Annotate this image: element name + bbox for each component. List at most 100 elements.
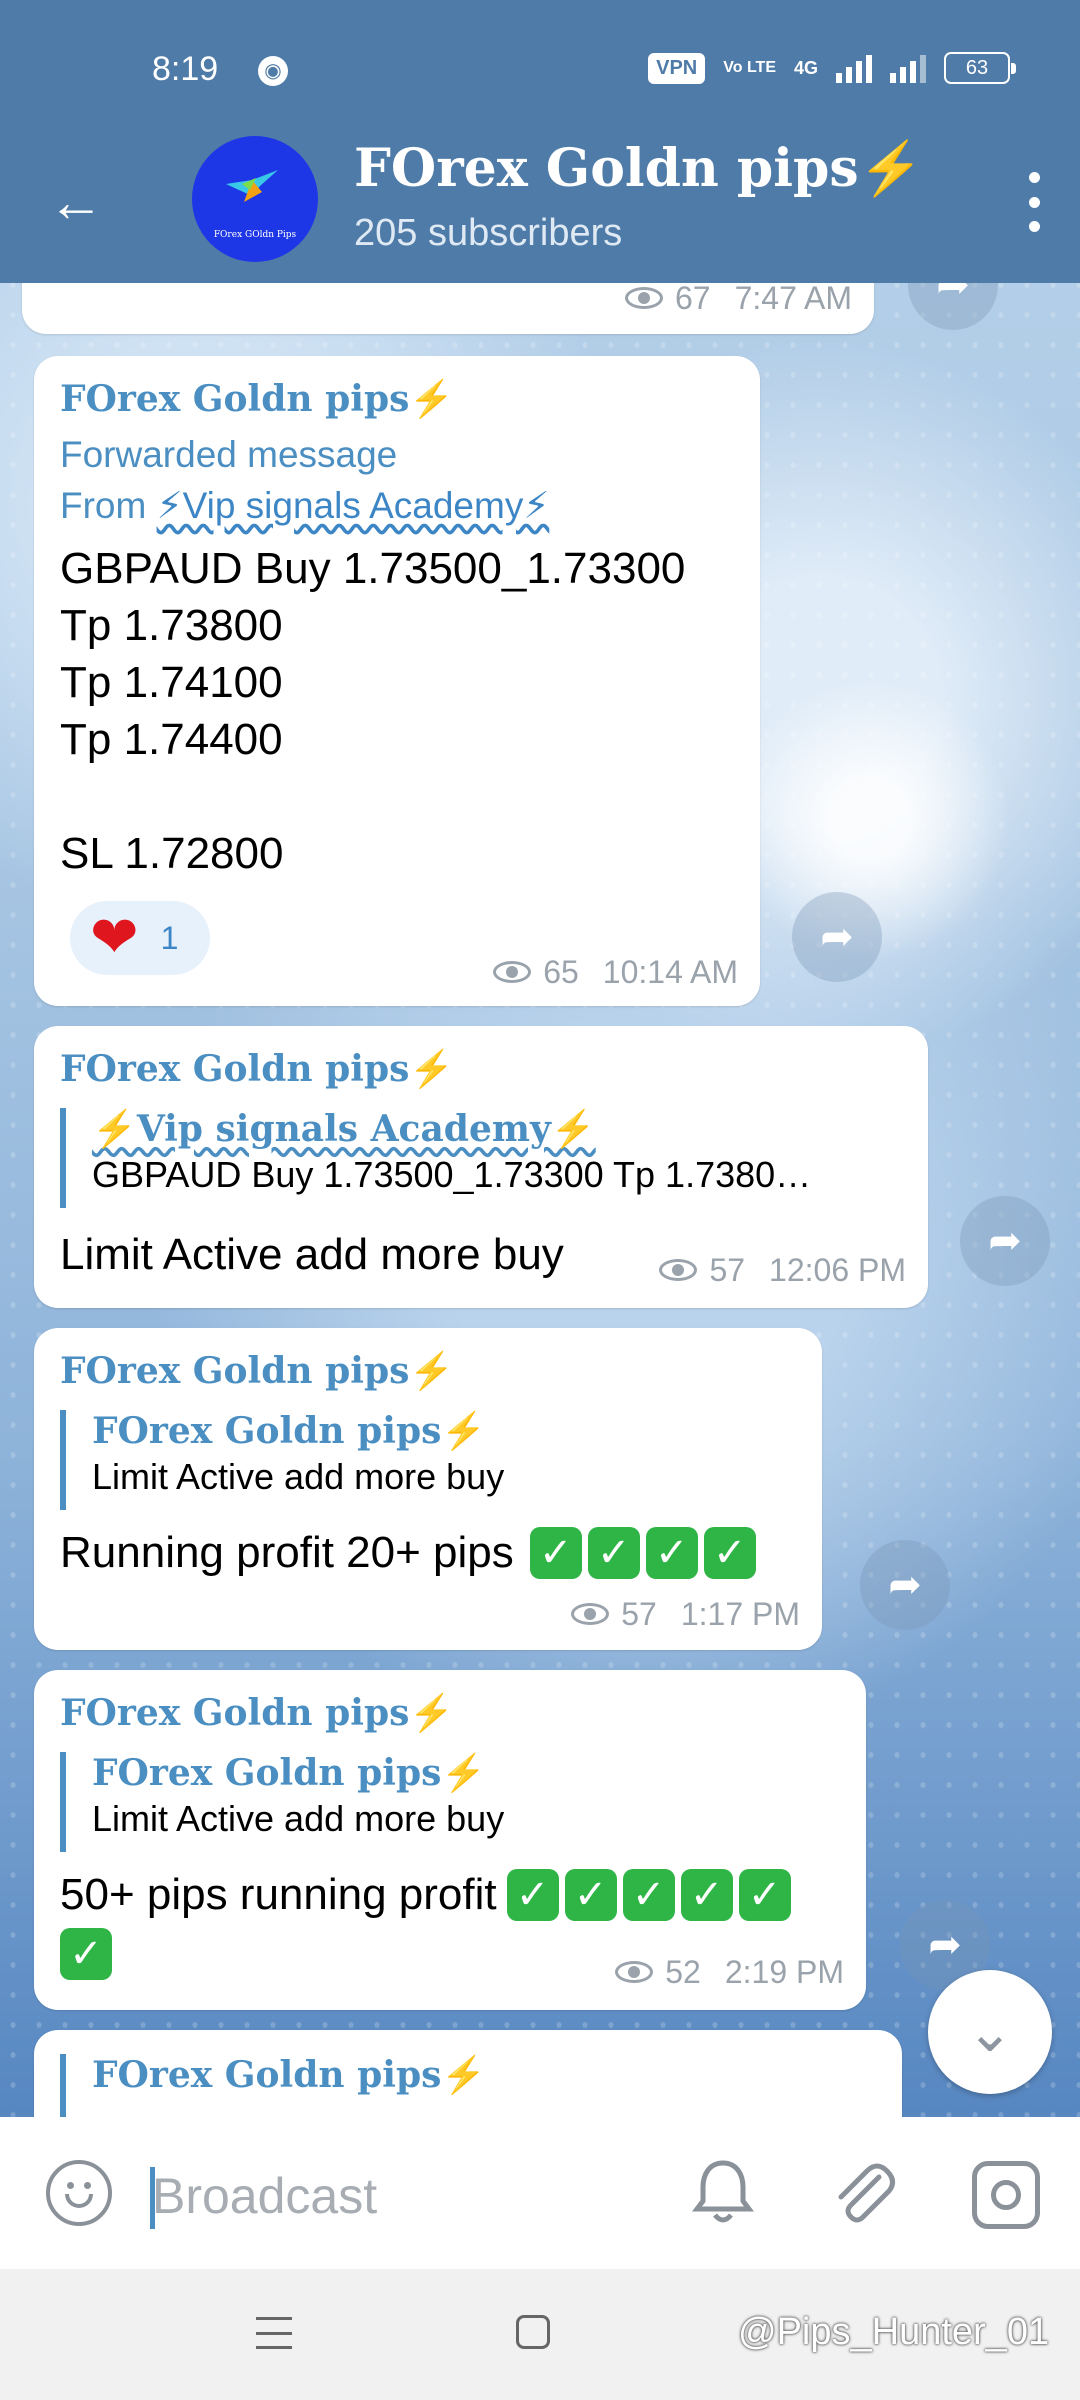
status-icons: VPN Vo LTE 4G 63 [648, 52, 1016, 84]
view-count: 67 [675, 280, 711, 316]
view-count: 57 [621, 1596, 657, 1632]
view-count: 52 [665, 1954, 701, 1990]
message-text: Running profit 20+ pips [60, 1528, 514, 1577]
message-meta: 52 2:19 PM [615, 1954, 844, 1991]
reply-preview[interactable]: FOrex Goldn pips⚡ Limit Active add more … [60, 1752, 504, 1852]
reply-author: FOrex Goldn pips⚡ [92, 2054, 487, 2096]
input-bar: Broadcast [0, 2117, 1080, 2269]
reply-text: Limit Active add more buy [92, 1798, 505, 1839]
message-meta: 57 1:17 PM [571, 1596, 800, 1633]
reaction-count: 1 [160, 919, 179, 956]
check-emoji-row: ✓ ✓ ✓ ✓ ✓ [501, 1868, 791, 1921]
subscriber-count: 205 subscribers [354, 212, 623, 254]
sender-name[interactable]: FOrex Goldn pips⚡ [60, 1350, 454, 1392]
forwarded-from: From ⚡Vip signals Academy⚡ [60, 484, 549, 527]
sender-name[interactable]: FOrex Goldn pips⚡ [60, 1692, 454, 1734]
paperclip-icon[interactable] [826, 2157, 898, 2229]
text-cursor [150, 2167, 155, 2229]
reply-text: GBPAUD Buy 1.73500_1.73300 Tp 1.7380… [92, 1154, 812, 1195]
reaction-chip[interactable]: ❤ 1 [70, 901, 210, 975]
message-meta: 65 10:14 AM [493, 954, 738, 991]
emoji-icon[interactable] [46, 2160, 112, 2226]
eye-icon [659, 1258, 699, 1283]
avatar-text: FOrex GOldn Pips [213, 230, 297, 240]
view-count: 65 [543, 954, 579, 990]
check-mark-icon: ✓ [645, 1526, 698, 1579]
sender-name[interactable]: FOrex Goldn pips⚡ [60, 378, 454, 420]
back-arrow-icon[interactable]: ← [48, 170, 112, 234]
battery-icon: 63 [944, 52, 1016, 84]
message-input[interactable]: Broadcast [152, 2167, 377, 2225]
forward-source-link[interactable]: ⚡Vip signals Academy⚡ [157, 485, 550, 526]
instagram-icon[interactable] [972, 2161, 1040, 2229]
check-emoji-row-2: ✓ [54, 1928, 112, 1980]
check-mark-icon: ✓ [738, 1868, 791, 1921]
message-line: Running profit 20+ pips ✓ ✓ ✓ ✓ [60, 1524, 756, 1581]
reply-text: Limit Active add more buy [92, 1456, 505, 1497]
share-icon[interactable]: ➦ [860, 1540, 950, 1630]
system-nav-bar: @Pips_Hunter_01 [0, 2269, 1080, 2400]
forwarded-label: Forwarded message [60, 434, 398, 475]
check-mark-icon: ✓ [529, 1526, 582, 1579]
message-text: 50+ pips running profit [60, 1870, 497, 1919]
bell-glyph [692, 2160, 754, 2223]
status-time: 8:19 [152, 50, 219, 88]
more-vert-icon[interactable] [1024, 172, 1044, 232]
recent-apps-icon[interactable] [256, 2317, 292, 2349]
view-count: 57 [709, 1252, 746, 1288]
message-text: GBPAUD Buy 1.73500_1.73300 Tp 1.73800 Tp… [60, 544, 686, 878]
message-time: 7:47 AM [734, 280, 852, 316]
check-mark-icon: ✓ [60, 1928, 112, 1980]
signal-icon [836, 53, 872, 83]
from-label: From [60, 485, 147, 526]
message-meta: 67 7:47 AM [625, 280, 852, 317]
eye-icon [571, 1602, 611, 1627]
message-time: 12:06 PM [769, 1252, 906, 1288]
reply-author: ⚡Vip signals Academy⚡ [92, 1108, 596, 1150]
message-time: 2:19 PM [724, 1954, 844, 1990]
bell-icon[interactable] [688, 2157, 758, 2227]
reply-author: FOrex Goldn pips⚡ [92, 1752, 487, 1794]
message-bubble[interactable]: FOrex Goldn pips⚡ FOrex Goldn pips⚡ Limi… [34, 1670, 866, 2010]
message-time: 1:17 PM [680, 1596, 800, 1632]
paperclip-glyph [838, 2163, 895, 2223]
reply-preview[interactable]: FOrex Goldn pips⚡ Limit Active add more … [60, 1410, 504, 1510]
check-mark-icon: ✓ [506, 1868, 559, 1921]
message-meta: 57 12:06 PM [659, 1252, 906, 1289]
chevron-down-icon[interactable]: ⌄ [928, 1970, 1052, 2094]
share-icon[interactable]: ➦ [792, 892, 882, 982]
message-line-2: ✓ [54, 1928, 112, 1980]
check-mark-icon: ✓ [564, 1868, 617, 1921]
check-mark-icon: ✓ [622, 1868, 675, 1921]
volte-icon: Vo LTE [723, 59, 776, 76]
channel-avatar[interactable]: FOrex GOldn Pips [192, 136, 318, 262]
reply-preview[interactable]: ⚡Vip signals Academy⚡ GBPAUD Buy 1.73500… [60, 1108, 811, 1208]
message-time: 10:14 AM [602, 954, 738, 990]
eye-icon [493, 960, 533, 985]
message-text: Limit Active add more buy [60, 1230, 564, 1279]
reply-author: FOrex Goldn pips⚡ [92, 1410, 487, 1452]
eye-icon [615, 1960, 655, 1985]
reply-preview[interactable]: FOrex Goldn pips⚡ [60, 2054, 486, 2124]
message-line: 50+ pips running profit ✓ ✓ ✓ ✓ ✓ [60, 1866, 791, 1923]
home-icon[interactable] [516, 2315, 550, 2349]
top-bar: 8:19 ◉ VPN Vo LTE 4G 63 ← FOrex GOldn Pi… [0, 0, 1080, 283]
check-mark-icon: ✓ [680, 1868, 733, 1921]
check-mark-icon: ✓ [703, 1526, 756, 1579]
share-icon[interactable]: ➦ [960, 1196, 1050, 1286]
message-bubble[interactable]: FOrex Goldn pips⚡ ⚡Vip signals Academy⚡ … [34, 1026, 928, 1308]
heart-icon: ❤ [90, 905, 139, 970]
vpn-badge: VPN [648, 52, 706, 84]
eye-icon [625, 286, 665, 311]
signal-icon-2 [890, 53, 926, 83]
check-mark-icon: ✓ [587, 1526, 640, 1579]
channel-title[interactable]: FOrex Goldn pips⚡ [354, 138, 923, 199]
message-bubble[interactable]: FOrex Goldn pips⚡ FOrex Goldn pips⚡ Limi… [34, 1328, 822, 1650]
notification-icon: ◉ [258, 56, 288, 86]
hummingbird-logo [226, 170, 278, 202]
sender-name[interactable]: FOrex Goldn pips⚡ [60, 1048, 454, 1090]
check-emoji-row: ✓ ✓ ✓ ✓ [524, 1526, 756, 1579]
watermark: @Pips_Hunter_01 [738, 2311, 1050, 2353]
network-type: 4G [793, 57, 818, 78]
message-bubble[interactable]: FOrex Goldn pips⚡ Forwarded message From… [34, 356, 760, 1006]
